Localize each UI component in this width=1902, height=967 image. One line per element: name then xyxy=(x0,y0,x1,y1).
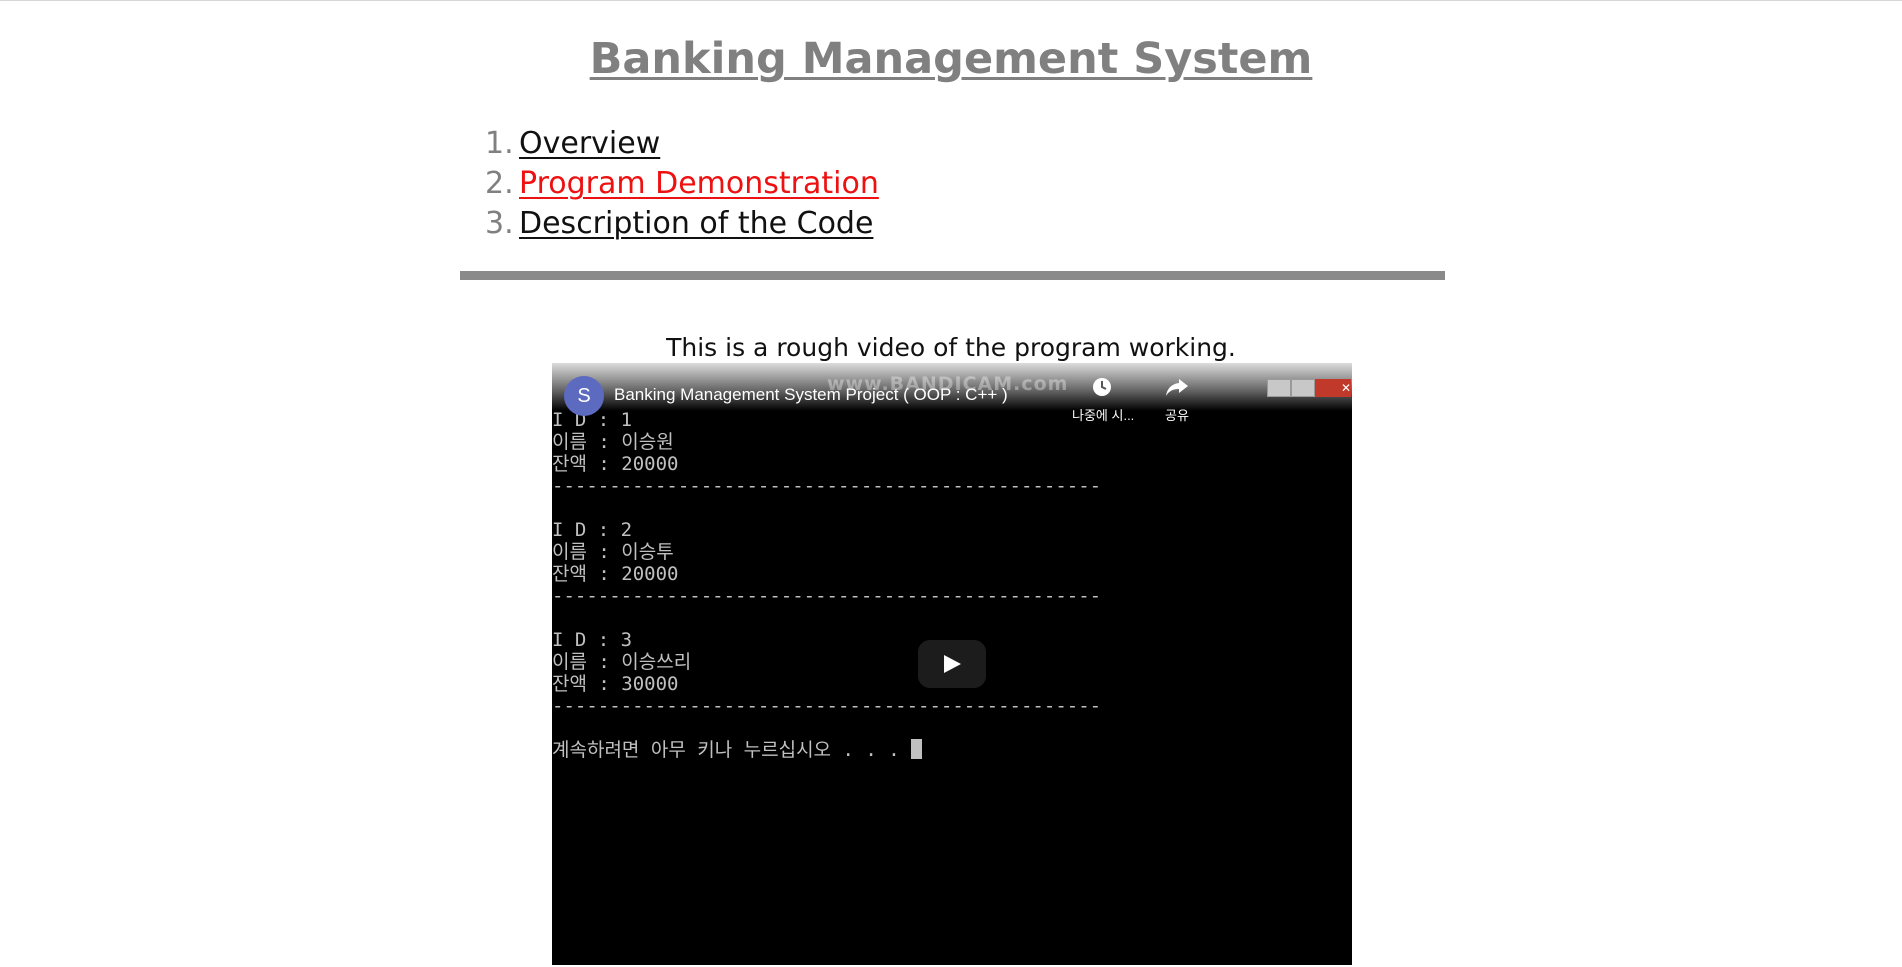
video-player[interactable]: I D : 1 이름 : 이승원 잔액 : 20000 ------------… xyxy=(552,363,1352,965)
console-line: 이름 : 이승쓰리 xyxy=(552,651,692,673)
minimize-icon xyxy=(1267,379,1291,397)
text-cursor xyxy=(911,739,923,759)
console-line: 계속하려면 아무 키나 누르십시오 . . . xyxy=(552,739,912,761)
video-title[interactable]: Banking Management System Project ( OOP … xyxy=(614,385,1008,405)
close-icon: ✕ xyxy=(1315,379,1351,397)
toc-number: 3. xyxy=(485,206,514,241)
demo-caption: This is a rough video of the program wor… xyxy=(666,333,1236,362)
clock-icon xyxy=(1072,376,1132,403)
watch-later-label: 나중에 시... xyxy=(1072,408,1135,423)
toc-item-description-of-code: 3. Description of the Code xyxy=(485,204,879,244)
share-label: 공유 xyxy=(1165,408,1189,423)
table-of-contents: 1. Overview 2. Program Demonstration 3. Des… xyxy=(485,124,879,244)
toc-item-program-demonstration: 2. Program Demonstration xyxy=(485,164,879,204)
console-line: 이름 : 이승투 xyxy=(552,541,674,563)
share-icon xyxy=(1147,376,1207,403)
toc-link-description-of-code[interactable]: Description of the Code xyxy=(519,206,873,241)
toc-number: 1. xyxy=(485,126,514,161)
console-line: 잔액 : 30000 xyxy=(552,673,679,695)
page-title: Banking Management System xyxy=(589,34,1313,84)
play-button[interactable] xyxy=(918,640,986,688)
toc-number: 2. xyxy=(485,166,514,201)
section-divider xyxy=(460,271,1445,280)
console-line: 잔액 : 20000 xyxy=(552,563,679,585)
window-buttons: ✕ xyxy=(1267,379,1352,397)
channel-avatar[interactable]: S xyxy=(564,376,604,416)
console-output: I D : 1 이름 : 이승원 잔액 : 20000 ------------… xyxy=(552,409,1101,761)
toc-item-overview: 1. Overview xyxy=(485,124,879,164)
page: Banking Management System 1. Overview 2. P… xyxy=(0,0,1902,967)
console-line: ----------------------------------------… xyxy=(552,585,1102,607)
watch-later-button[interactable]: 나중에 시... xyxy=(1072,376,1135,424)
console-line: I D : 3 xyxy=(552,629,633,651)
console-line: ----------------------------------------… xyxy=(552,695,1102,717)
play-icon xyxy=(944,655,961,673)
toc-link-program-demonstration[interactable]: Program Demonstration xyxy=(519,166,879,201)
console-line: I D : 2 xyxy=(552,519,633,541)
console-line: ----------------------------------------… xyxy=(552,475,1102,497)
console-line: 잔액 : 20000 xyxy=(552,453,679,475)
console-line: 이름 : 이승원 xyxy=(552,431,674,453)
maximize-icon xyxy=(1291,379,1315,397)
toc-link-overview[interactable]: Overview xyxy=(519,126,660,161)
share-button[interactable]: 공유 xyxy=(1147,376,1207,424)
